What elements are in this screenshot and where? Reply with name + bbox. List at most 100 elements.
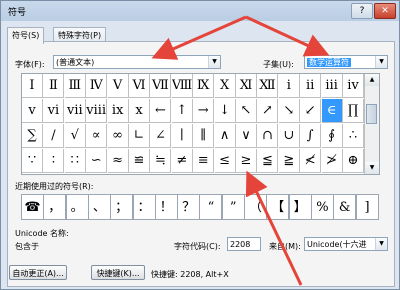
- symbol-cell[interactable]: ∧: [214, 124, 236, 148]
- symbol-cell[interactable]: Ⅵ: [129, 74, 150, 98]
- symbol-cell[interactable]: Ⅱ: [43, 74, 65, 98]
- char-code-input[interactable]: 2208: [227, 237, 261, 251]
- symbol-cell[interactable]: ⅴ: [22, 99, 43, 123]
- symbol-cell[interactable]: ≈: [107, 149, 129, 173]
- recent-symbol[interactable]: （: [244, 194, 267, 220]
- from-select-value: Unicode(十六进: [307, 240, 367, 249]
- recent-symbol[interactable]: ！: [154, 194, 178, 220]
- symbol-cell[interactable]: ∫: [300, 124, 322, 148]
- symbol-cell[interactable]: Ⅷ: [171, 74, 193, 98]
- symbol-cell[interactable]: Ⅴ: [107, 74, 129, 98]
- symbol-cell[interactable]: Ⅰ: [22, 74, 43, 98]
- scrollbar[interactable]: ▲ ▼: [364, 74, 379, 174]
- recent-symbol[interactable]: ”: [221, 194, 245, 220]
- symbol-cell[interactable]: ∩: [257, 124, 279, 148]
- recent-symbol[interactable]: 、: [87, 194, 111, 220]
- symbol-cell[interactable]: ≮: [300, 149, 322, 173]
- symbol-cell[interactable]: Ⅸ: [193, 74, 215, 98]
- symbol-cell[interactable]: ⅱ: [300, 74, 322, 98]
- symbol-cell[interactable]: ∽: [86, 149, 108, 173]
- recent-symbol[interactable]: ，: [43, 194, 67, 220]
- symbol-cell[interactable]: ⅲ: [321, 74, 343, 98]
- help-button[interactable]: ?: [351, 3, 373, 19]
- symbol-cell[interactable]: ↘: [278, 99, 300, 123]
- symbol-cell[interactable]: ⅹ: [129, 99, 150, 123]
- scrollbar-thumb[interactable]: [366, 104, 377, 124]
- symbol-cell[interactable]: ⅷ: [86, 99, 108, 123]
- symbol-cell[interactable]: ∷: [64, 149, 86, 173]
- symbol-cell[interactable]: ∥: [193, 124, 215, 148]
- recent-symbol[interactable]: “: [199, 194, 223, 220]
- symbol-cell[interactable]: ←: [150, 99, 172, 123]
- recent-symbol[interactable]: 【: [266, 194, 290, 220]
- symbol-cell[interactable]: ≯: [321, 149, 343, 173]
- symbol-cell[interactable]: ⅸ: [107, 99, 129, 123]
- symbol-cell[interactable]: ∝: [86, 124, 108, 148]
- symbol-grid: ▲ ▼ Ⅰ Ⅱ Ⅲ Ⅳ Ⅴ Ⅵ Ⅶ Ⅷ Ⅸ Ⅹ Ⅺ Ⅻⅰ ⅱ ⅲ ⅳ ⅴ ⅵ ⅶ ⅷ ⅸ ⅹ ← ↑ → ↓ ↖ ↗ ↘ ↙ ∈ ∏ ∑ ∕ √ ∝…: [21, 73, 380, 175]
- symbol-cell[interactable]: ≡: [193, 149, 215, 173]
- symbol-cell[interactable]: ≤: [214, 149, 236, 173]
- symbol-cell[interactable]: ↗: [257, 99, 279, 123]
- recent-symbol[interactable]: &: [333, 194, 357, 220]
- close-button[interactable]: ✕: [374, 3, 396, 19]
- symbol-cell[interactable]: ∟: [129, 124, 150, 148]
- symbol-cell[interactable]: ∵: [22, 149, 43, 173]
- symbol-cell[interactable]: Ⅶ: [150, 74, 172, 98]
- symbol-cell[interactable]: ⅶ: [64, 99, 86, 123]
- shortcut-key-button[interactable]: 快捷键(K)...: [91, 265, 145, 280]
- symbol-cell[interactable]: Ⅻ: [257, 74, 279, 98]
- symbol-cell[interactable]: ∶: [43, 149, 65, 173]
- scroll-down-icon[interactable]: ▼: [365, 162, 379, 174]
- scroll-up-icon[interactable]: ▲: [365, 74, 379, 86]
- symbol-cell[interactable]: ≒: [150, 149, 172, 173]
- symbol-cell[interactable]: →: [193, 99, 215, 123]
- chevron-down-icon: ▼: [375, 238, 387, 250]
- symbol-cell[interactable]: ⅵ: [43, 99, 65, 123]
- symbol-cell[interactable]: ↑: [171, 99, 193, 123]
- symbol-cell[interactable]: ∞: [107, 124, 129, 148]
- symbol-cell[interactable]: Ⅲ: [64, 74, 86, 98]
- recent-label: 近期使用过的符号(R):: [15, 182, 94, 191]
- symbol-cell[interactable]: ∑: [22, 124, 43, 148]
- subset-label: 子集(U):: [263, 60, 294, 69]
- symbol-cell[interactable]: Ⅺ: [236, 74, 257, 98]
- symbol-cell[interactable]: ↖: [236, 99, 257, 123]
- subset-select[interactable]: 数学运算符 ▼: [304, 55, 388, 69]
- symbol-cell[interactable]: ≠: [171, 149, 193, 173]
- symbol-cell[interactable]: ≥: [236, 149, 257, 173]
- recent-symbol[interactable]: 。: [65, 194, 89, 220]
- symbol-cell[interactable]: Ⅳ: [86, 74, 108, 98]
- tab-symbols[interactable]: 符号(S): [7, 27, 45, 44]
- recent-symbol[interactable]: %: [310, 194, 334, 220]
- symbol-cell[interactable]: ∮: [321, 124, 343, 148]
- symbol-cell[interactable]: ∈: [321, 99, 343, 123]
- symbol-cell[interactable]: Ⅹ: [214, 74, 236, 98]
- symbol-cell[interactable]: ⅰ: [278, 74, 300, 98]
- symbol-cell[interactable]: √: [64, 124, 86, 148]
- from-select[interactable]: Unicode(十六进 ▼: [304, 237, 388, 251]
- autocorrect-button[interactable]: 自动更正(A)...: [9, 265, 67, 280]
- symbol-cell[interactable]: ⊕: [343, 149, 364, 173]
- symbol-cell[interactable]: ↓: [214, 99, 236, 123]
- symbol-cell[interactable]: ∴: [343, 124, 364, 148]
- shortcut-text: 快捷键: 2208, Alt+X: [151, 270, 229, 279]
- recent-symbol[interactable]: ：: [132, 194, 156, 220]
- symbol-cell[interactable]: ≧: [278, 149, 300, 173]
- symbol-cell[interactable]: ∏: [343, 99, 364, 123]
- recent-symbol[interactable]: ]: [355, 194, 379, 220]
- recent-symbol[interactable]: ☎: [21, 194, 44, 220]
- recent-symbol[interactable]: 】: [288, 194, 312, 220]
- font-select[interactable]: (普通文本) ▼: [53, 55, 221, 69]
- symbol-cell[interactable]: ≦: [257, 149, 279, 173]
- recent-symbol[interactable]: ；: [110, 194, 134, 220]
- symbol-cell[interactable]: ∣: [171, 124, 193, 148]
- symbol-cell[interactable]: ⅳ: [343, 74, 364, 98]
- recent-symbol[interactable]: ？: [177, 194, 201, 220]
- symbol-cell[interactable]: ∨: [236, 124, 257, 148]
- symbol-cell[interactable]: ∕: [43, 124, 65, 148]
- symbol-cell[interactable]: ∪: [278, 124, 300, 148]
- chevron-down-icon: ▼: [208, 56, 220, 68]
- symbol-cell[interactable]: ↙: [300, 99, 322, 123]
- symbol-cell[interactable]: ∠: [150, 124, 172, 148]
- symbol-cell[interactable]: ≌: [129, 149, 150, 173]
